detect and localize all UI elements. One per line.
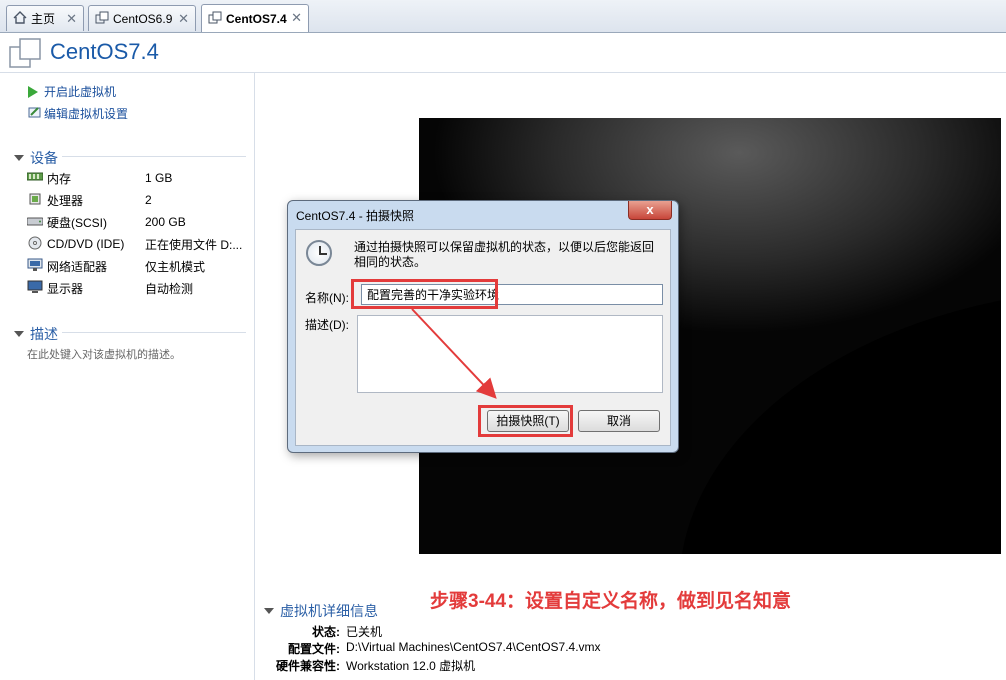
play-icon [28,85,38,98]
dialog-body: 通过拍摄快照可以保留虚拟机的状态，以便以后您能返回相同的状态。 名称(N): 描… [295,229,671,446]
cancel-button[interactable]: 取消 [578,410,660,432]
tab-label: CentOS6.9 [113,11,173,26]
device-value: 自动检测 [145,281,194,296]
snapshot-description-input[interactable] [357,315,663,393]
dialog-message: 通过拍摄快照可以保留虚拟机的状态，以便以后您能返回相同的状态。 [354,240,655,269]
detail-key: 配置文件: [288,642,340,656]
power-on-link[interactable]: 开启此虚拟机 [28,83,116,100]
device-harddisk[interactable]: 硬盘(SCSI) 200 GB [26,212,247,232]
tab-label: 主页 [31,12,56,26]
vm-icon [95,11,109,27]
device-name: 显示器 [47,281,84,296]
vm-icon [208,11,222,27]
detail-value: D:\Virtual Machines\CentOS7.4\CentOS7.4.… [346,640,601,654]
divider [62,332,246,333]
device-value: 2 [145,193,152,207]
devices-section-header[interactable]: 设备 [14,148,58,168]
device-memory[interactable]: 内存 1 GB [26,168,247,188]
home-icon [13,10,27,27]
vm-header: CentOS7.4 [0,33,1006,73]
collapse-icon [264,608,274,614]
vm-summary-panel: 开启此虚拟机 编辑虚拟机设置 设备 内存 1 GB 处理器 2 硬盘(SCSI)… [0,73,255,680]
divider [62,156,246,157]
cdrom-icon [27,236,43,253]
name-label: 名称(N): [305,291,349,305]
cpu-icon [27,192,43,209]
section-title: 虚拟机详细信息 [280,603,378,619]
snapshot-name-input[interactable] [361,284,663,305]
details-row-config: 配置文件: D:\Virtual Machines\CentOS7.4\Cent… [0,640,1006,656]
dialog-title: CentOS7.4 - 拍摄快照 [296,209,415,223]
tutorial-caption: 步骤3-44：设置自定义名称，做到见名知意 [430,591,792,612]
tab-centos74[interactable]: CentOS7.4 ✕ [201,4,309,32]
close-icon[interactable]: ✕ [178,11,189,27]
display-icon [27,280,43,297]
vm-large-icon [8,37,42,72]
take-snapshot-button[interactable]: 拍摄快照(T) [487,410,569,432]
device-cpu[interactable]: 处理器 2 [27,190,247,210]
description-section-header[interactable]: 描述 [14,324,58,344]
network-icon [27,258,43,275]
detail-value: 已关机 [346,625,383,639]
tab-centos69[interactable]: CentOS6.9 ✕ [88,5,196,31]
section-title: 设备 [30,150,58,166]
device-name: 硬盘(SCSI) [47,215,108,230]
tab-home[interactable]: 主页 ✕ [6,5,84,31]
details-section-header[interactable]: 虚拟机详细信息 [264,601,378,621]
clock-icon [306,240,332,266]
close-icon[interactable]: ✕ [66,11,77,27]
snapshot-dialog: CentOS7.4 - 拍摄快照 x 通过拍摄快照可以保留虚拟机的状态，以便以后… [287,200,679,453]
detail-key: 硬件兼容性: [276,659,340,673]
details-row-state: 状态: 已关机 [0,623,1006,639]
description-placeholder[interactable]: 在此处键入对该虚拟机的描述。 [27,346,181,362]
detail-value: Workstation 12.0 虚拟机 [346,659,476,673]
device-value: 200 GB [145,215,186,229]
harddisk-icon [26,215,44,230]
device-name: 内存 [47,171,72,186]
close-icon[interactable]: ✕ [291,10,302,26]
power-on-label: 开启此虚拟机 [44,85,117,99]
section-title: 描述 [30,326,58,342]
settings-icon [28,105,42,122]
device-display[interactable]: 显示器 自动检测 [27,278,247,298]
close-button[interactable]: x [628,201,672,220]
page-title: CentOS7.4 [50,39,159,64]
device-name: CD/DVD (IDE) [47,237,125,251]
edit-settings-label: 编辑虚拟机设置 [44,107,129,121]
device-cdrom[interactable]: CD/DVD (IDE) 正在使用文件 D:... [27,234,247,254]
device-network[interactable]: 网络适配器 仅主机模式 [27,256,247,276]
details-row-compat: 硬件兼容性: Workstation 12.0 虚拟机 [0,657,1006,673]
device-value: 仅主机模式 [145,259,206,274]
device-value: 1 GB [145,171,173,185]
device-name: 处理器 [47,193,84,208]
detail-key: 状态: [312,625,340,639]
tab-bar: 主页 ✕ CentOS6.9 ✕ CentOS7.4 ✕ [0,0,1006,33]
tab-label: CentOS7.4 [226,11,287,26]
collapse-icon [14,155,24,161]
collapse-icon [14,331,24,337]
device-value: 正在使用文件 D:... [145,237,243,252]
edit-settings-link[interactable]: 编辑虚拟机设置 [28,105,128,122]
device-name: 网络适配器 [47,259,108,274]
description-label: 描述(D): [305,318,349,332]
memory-icon [26,171,44,186]
